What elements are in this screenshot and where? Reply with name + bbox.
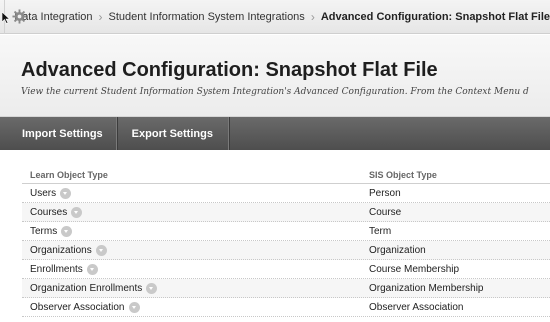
learn-object-cell: Organizations bbox=[22, 244, 369, 256]
breadcrumb-home[interactable] bbox=[0, 0, 27, 34]
chevron-down-icon[interactable] bbox=[95, 244, 107, 256]
column-header-learn-object-type[interactable]: Learn Object Type bbox=[22, 170, 369, 180]
gear-icon[interactable] bbox=[12, 8, 27, 24]
table-row: Courses Course bbox=[22, 203, 550, 222]
learn-object-label: Enrollments bbox=[30, 263, 83, 275]
sis-object-label: Term bbox=[369, 225, 392, 237]
table-row: Users Person bbox=[22, 184, 550, 203]
chevron-down-icon[interactable] bbox=[146, 282, 158, 294]
column-header-sis-object-type[interactable]: SIS Object Type bbox=[369, 170, 550, 180]
breadcrumb: Data Integration › Student Information S… bbox=[5, 10, 550, 24]
learn-object-cell: Enrollments bbox=[22, 263, 369, 275]
sis-object-label: Observer Association bbox=[369, 301, 464, 313]
learn-object-cell: Terms bbox=[22, 225, 369, 237]
chevron-down-icon[interactable] bbox=[128, 301, 140, 313]
export-settings-button[interactable]: Export Settings bbox=[118, 117, 230, 150]
sis-object-label: Course bbox=[369, 206, 402, 218]
breadcrumb-bar: Data Integration › Student Information S… bbox=[0, 0, 550, 34]
chevron-down-icon[interactable] bbox=[60, 187, 72, 199]
chevron-down-icon[interactable] bbox=[61, 225, 73, 237]
page-header: Advanced Configuration: Snapshot Flat Fi… bbox=[0, 35, 550, 117]
table-row: Terms Term bbox=[22, 222, 550, 241]
table-row: Organizations Organization bbox=[22, 241, 550, 260]
table-row: Organization Enrollments Organization Me… bbox=[22, 279, 550, 298]
sis-object-label: Person bbox=[369, 187, 401, 199]
table-body: Users Person Courses Course Terms Term O… bbox=[22, 184, 550, 317]
learn-object-label: Organizations bbox=[30, 244, 92, 256]
page-description: View the current Student Information Sys… bbox=[21, 87, 529, 97]
learn-object-label: Users bbox=[30, 187, 57, 199]
table-header: Learn Object Type SIS Object Type bbox=[22, 166, 550, 184]
table-row: Observer Association Observer Associatio… bbox=[22, 298, 550, 317]
learn-object-label: Organization Enrollments bbox=[30, 282, 143, 294]
sis-object-label: Organization bbox=[369, 244, 426, 256]
breadcrumb-current: Advanced Configuration: Snapshot Flat Fi… bbox=[320, 10, 550, 23]
action-bar: Import Settings Export Settings bbox=[0, 117, 550, 150]
import-settings-button[interactable]: Import Settings bbox=[0, 117, 118, 150]
breadcrumb-separator: › bbox=[310, 9, 315, 24]
object-type-table: Learn Object Type SIS Object Type Users … bbox=[22, 166, 550, 317]
chevron-down-icon[interactable] bbox=[86, 263, 98, 275]
learn-object-label: Courses bbox=[30, 206, 68, 218]
learn-object-cell: Observer Association bbox=[22, 301, 369, 313]
page-title: Advanced Configuration: Snapshot Flat Fi… bbox=[21, 59, 438, 81]
sis-object-label: Course Membership bbox=[369, 263, 460, 275]
table-row: Enrollments Course Membership bbox=[22, 260, 550, 279]
learn-object-cell: Courses bbox=[22, 206, 369, 218]
breadcrumb-sis-integrations[interactable]: Student Information System Integrations bbox=[109, 11, 305, 23]
learn-object-label: Observer Association bbox=[30, 301, 125, 313]
sis-object-label: Organization Membership bbox=[369, 282, 484, 294]
chevron-down-icon[interactable] bbox=[71, 206, 83, 218]
learn-object-label: Terms bbox=[30, 225, 58, 237]
breadcrumb-separator: › bbox=[98, 9, 103, 24]
cursor-icon bbox=[2, 11, 10, 24]
learn-object-cell: Organization Enrollments bbox=[22, 282, 369, 294]
learn-object-cell: Users bbox=[22, 187, 369, 199]
